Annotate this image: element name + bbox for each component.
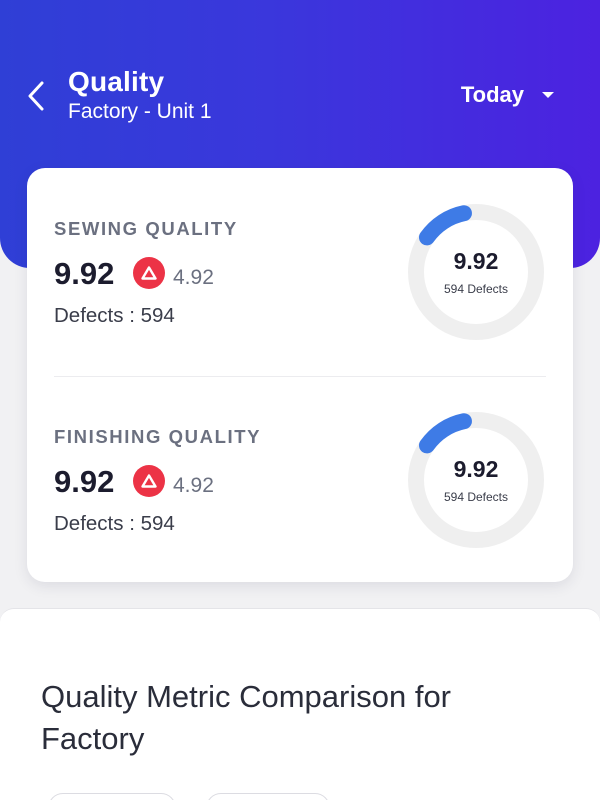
period-dropdown[interactable]: Today [461, 82, 554, 108]
metric-value: 9.92 [54, 256, 115, 291]
metric-delta: 4.92 [173, 266, 214, 289]
donut-value: 9.92 [453, 456, 499, 482]
metric-delta: 4.92 [173, 474, 214, 497]
filter-chip[interactable] [48, 793, 176, 800]
metric-label: SEWING QUALITY [54, 218, 238, 239]
comparison-title: Quality Metric Comparison for Factory [41, 679, 452, 756]
chevron-left-icon [28, 81, 44, 111]
sewing-quality-metric[interactable]: SEWING QUALITY 9.92 4.92 Defects : 594 9… [27, 168, 573, 368]
sewing-donut-chart: 9.92 594 Defects [406, 202, 546, 342]
defects-count: Defects : 594 [54, 512, 175, 535]
finishing-donut-chart: 9.92 594 Defects [406, 410, 546, 550]
page-subtitle: Factory - Unit 1 [68, 100, 212, 123]
metric-value: 9.92 [54, 464, 115, 499]
page-title: Quality [68, 66, 165, 97]
triangle-up-icon [133, 257, 165, 289]
period-label: Today [460, 82, 524, 107]
caret-down-icon [542, 92, 554, 98]
donut-subtext: 594 Defects [443, 490, 509, 504]
donut-value: 9.92 [453, 248, 499, 274]
quality-card: SEWING QUALITY 9.92 4.92 Defects : 594 9… [27, 168, 573, 582]
back-button[interactable] [18, 78, 54, 114]
finishing-quality-metric[interactable]: FINISHING QUALITY 9.92 4.92 Defects : 59… [27, 376, 573, 576]
triangle-up-icon [133, 465, 165, 497]
defects-count: Defects : 594 [54, 304, 175, 327]
donut-subtext: 594 Defects [443, 282, 509, 296]
metric-label: FINISHING QUALITY [54, 426, 262, 447]
filter-chip[interactable] [206, 793, 330, 800]
